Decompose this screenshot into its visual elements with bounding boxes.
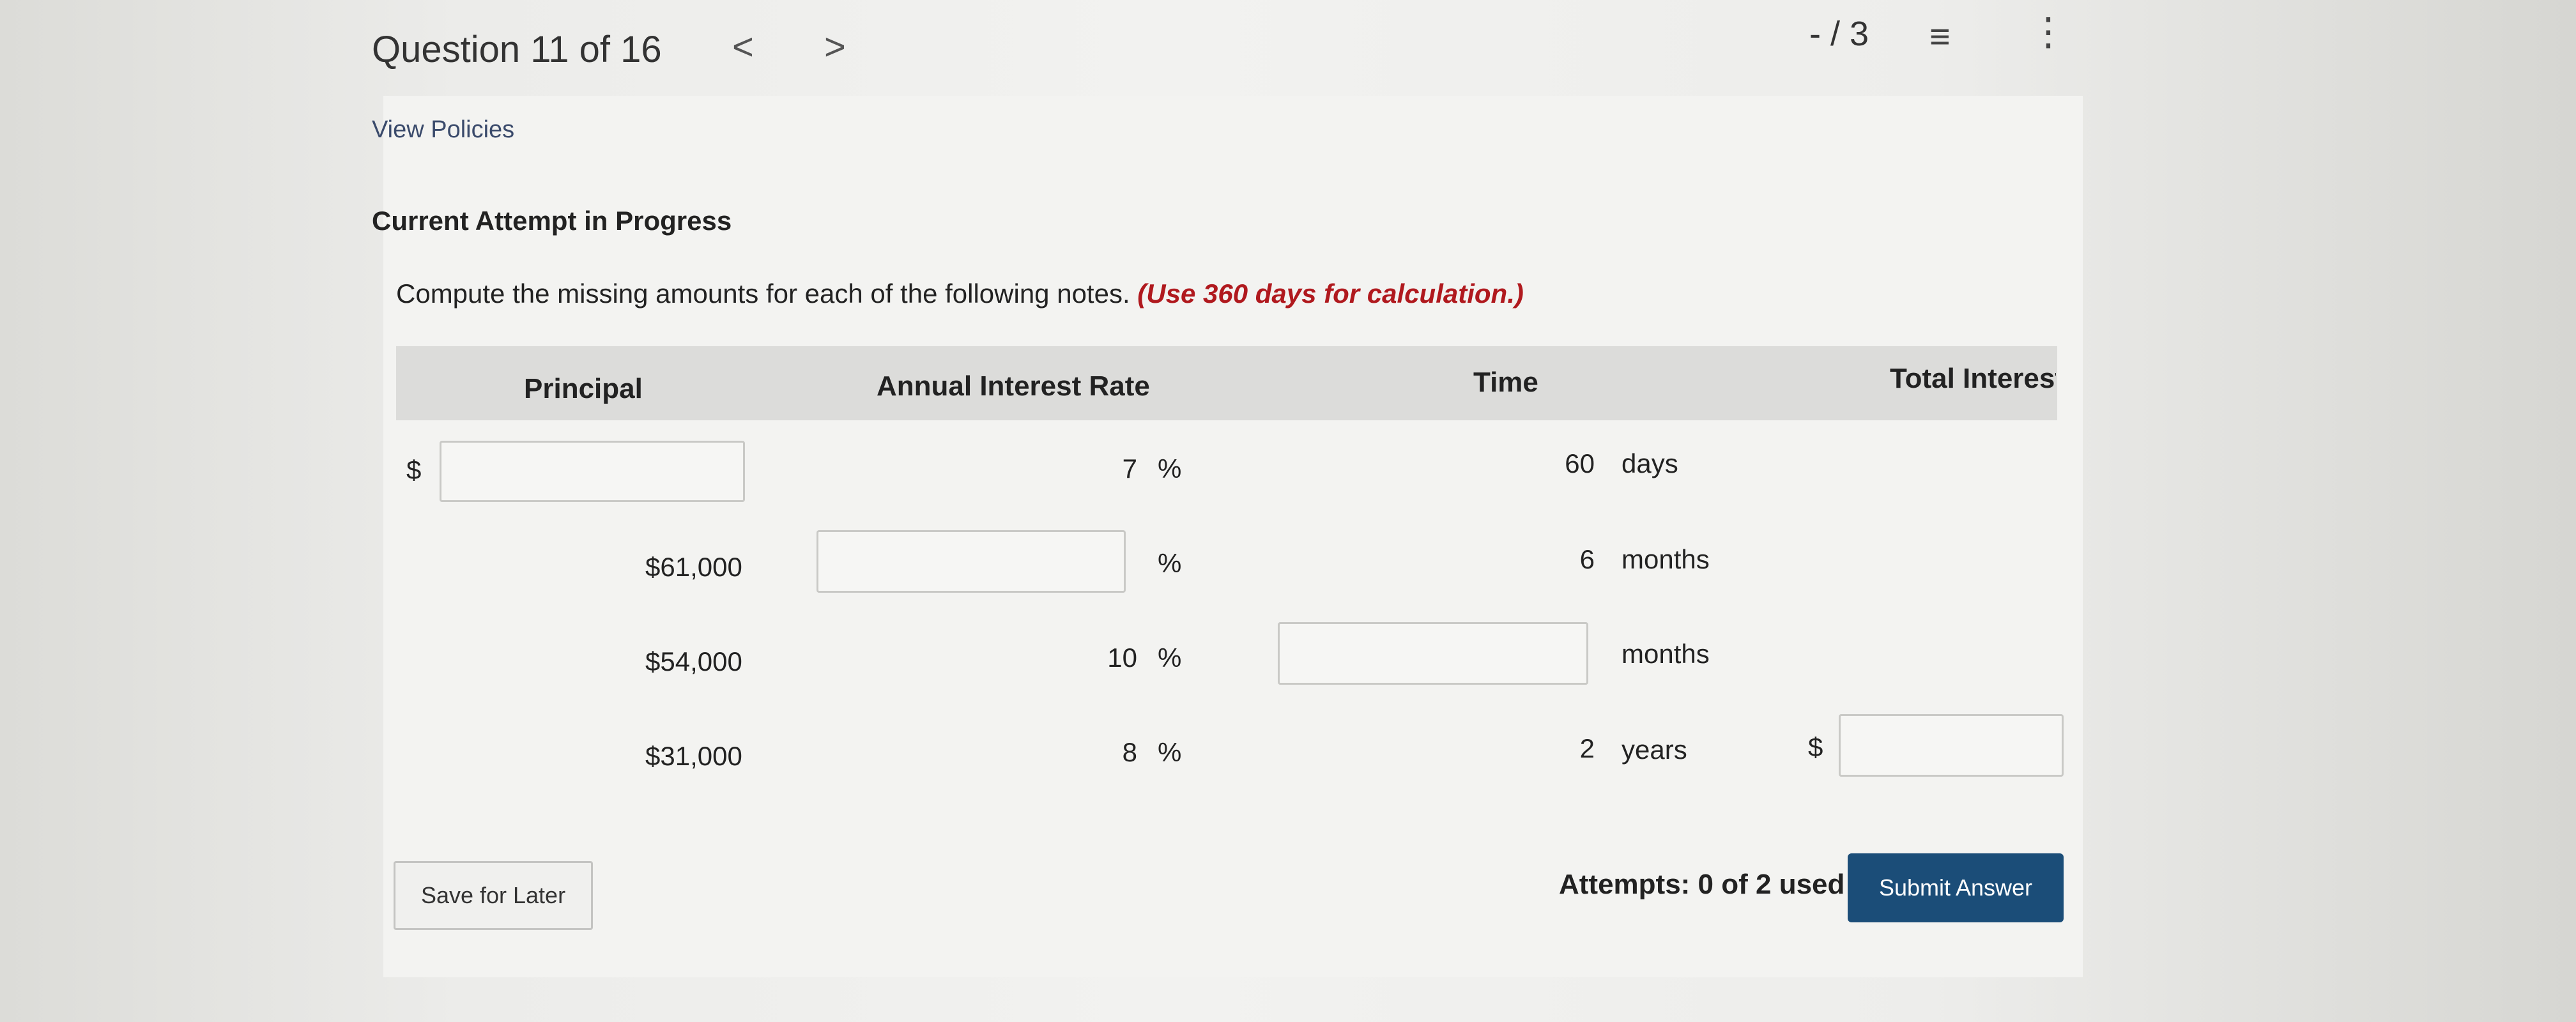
row1-time-unit: days — [1621, 448, 1678, 478]
row1-rate-unit: % — [1158, 454, 1182, 484]
save-for-later-button[interactable]: Save for Later — [394, 861, 593, 930]
row4-principal-value: $31,000 — [645, 741, 742, 771]
header-annual-interest-rate: Annual Interest Rate — [877, 370, 1150, 402]
header-time: Time — [1473, 367, 1538, 398]
row3-time-input[interactable] — [1278, 622, 1588, 685]
row4-interest-prefix: $ — [1808, 732, 1823, 762]
row1-principal-input[interactable] — [440, 441, 745, 502]
previous-question-button[interactable]: < — [732, 26, 754, 68]
submit-answer-button[interactable]: Submit Answer — [1848, 853, 2064, 922]
row1-principal-prefix: $ — [406, 455, 422, 485]
row1-rate-value: 7 — [1122, 454, 1137, 484]
table-header — [396, 346, 2057, 420]
attempts-counter: Attempts: 0 of 2 used — [1559, 869, 1845, 900]
instructions-text: Compute the missing amounts for each of … — [396, 278, 1130, 309]
more-vertical-icon[interactable]: ⋮ — [2029, 13, 2067, 51]
next-question-button[interactable]: > — [824, 26, 846, 68]
row2-rate-input[interactable] — [816, 530, 1126, 593]
row4-rate-unit: % — [1158, 737, 1182, 767]
row4-time-unit: years — [1621, 735, 1687, 765]
row2-principal-value: $61,000 — [645, 552, 742, 582]
instructions-note: (Use 360 days for calculation.) — [1137, 278, 1524, 309]
row4-time-value: 2 — [1579, 733, 1595, 763]
row1-time-value: 60 — [1565, 448, 1595, 478]
row2-rate-unit: % — [1158, 548, 1182, 578]
row2-time-unit: months — [1621, 544, 1710, 574]
row3-time-unit: months — [1621, 639, 1710, 669]
question-counter: Question 11 of 16 — [372, 29, 662, 70]
row3-principal-value: $54,000 — [645, 646, 742, 676]
row3-rate-value: 10 — [1107, 643, 1137, 673]
view-policies-link[interactable]: View Policies — [372, 116, 514, 144]
instructions: Compute the missing amounts for each of … — [396, 278, 1524, 309]
list-icon[interactable]: ≡ — [1929, 15, 1951, 57]
score-display: - / 3 — [1809, 15, 1869, 53]
row4-interest-input[interactable] — [1839, 714, 2064, 777]
header-total-interest: Total Interest — [1890, 363, 2056, 394]
row2-time-value: 6 — [1579, 544, 1595, 574]
row4-rate-value: 8 — [1122, 737, 1137, 767]
row3-rate-unit: % — [1158, 643, 1182, 673]
header-principal: Principal — [524, 373, 643, 404]
attempt-title: Current Attempt in Progress — [372, 206, 732, 236]
